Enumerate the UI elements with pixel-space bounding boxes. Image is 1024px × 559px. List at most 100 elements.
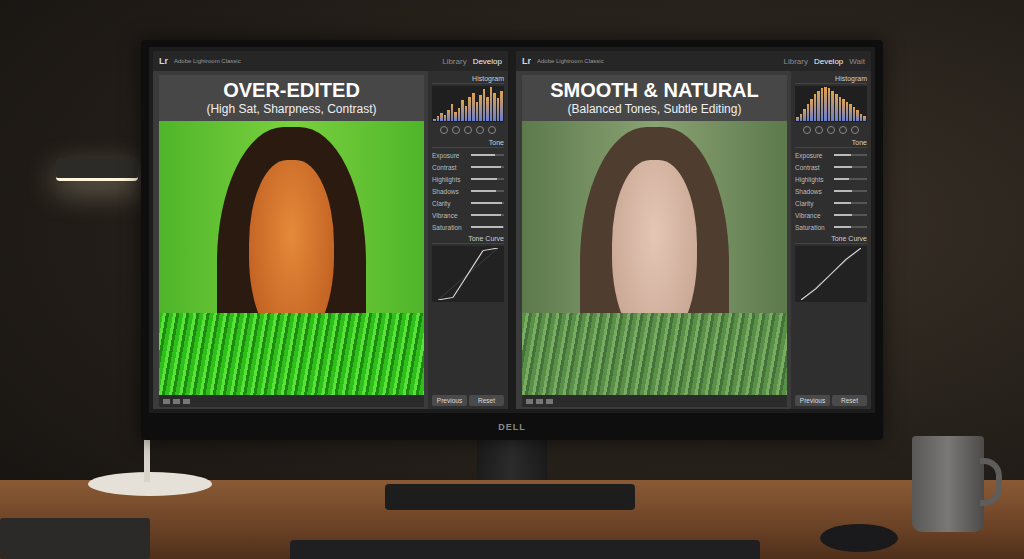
keyboard[interactable] <box>290 540 760 559</box>
histogram-bar <box>451 104 454 121</box>
histogram-bar <box>444 115 447 121</box>
slider[interactable]: Saturation <box>795 222 867 232</box>
tool-icon[interactable] <box>488 126 496 134</box>
histogram-bar <box>465 106 468 121</box>
slider[interactable]: Exposure <box>795 150 867 160</box>
desk <box>0 480 1024 559</box>
histogram-bar <box>461 100 464 121</box>
tool-icon[interactable] <box>464 126 472 134</box>
histogram-bar <box>458 108 461 121</box>
section-header[interactable]: Tone <box>795 138 867 148</box>
mug <box>912 436 984 532</box>
histogram-bar <box>810 99 813 121</box>
side-panel: Histogram Tone Exposure Contrast Highlights S… <box>791 71 871 409</box>
tool-strip <box>795 124 867 136</box>
tool-icon[interactable] <box>827 126 835 134</box>
histogram <box>795 86 867 122</box>
slider[interactable]: Shadows <box>795 186 867 196</box>
section-header[interactable]: Tone Curve <box>795 234 867 244</box>
histogram-bar <box>447 110 450 121</box>
app-name: Adobe Lightroom Classic <box>537 58 604 64</box>
section-header[interactable]: Tone Curve <box>432 234 504 244</box>
tool-icon[interactable] <box>815 126 823 134</box>
panel-button[interactable]: Reset <box>469 395 504 406</box>
tone-curve[interactable] <box>795 246 867 302</box>
main-view: SMOOTH & NATURAL(Balanced Tones, Subtle … <box>516 71 791 409</box>
histogram-bar <box>856 110 859 121</box>
histogram-bar <box>500 91 503 121</box>
tool-icon[interactable] <box>452 126 460 134</box>
histogram-bar <box>835 94 838 121</box>
histogram-bar <box>817 91 820 121</box>
lightroom-logo: Lr <box>522 56 531 66</box>
histogram-bar <box>490 87 493 121</box>
slider[interactable]: Shadows <box>432 186 504 196</box>
tool-icon[interactable] <box>803 126 811 134</box>
slider[interactable]: Contrast <box>795 162 867 172</box>
slider[interactable]: Clarity <box>432 198 504 208</box>
histogram-bar <box>483 89 486 121</box>
lamp-base <box>88 472 212 496</box>
panel-button[interactable]: Previous <box>795 395 830 406</box>
histogram-header: Histogram <box>432 74 504 84</box>
monitor-stand <box>477 440 547 480</box>
lightroom-window: Lr Adobe Lightroom Classic Library Develop W… <box>516 51 871 409</box>
room: LrAdobe Lightroom ClassicLibraryDevelopO… <box>0 0 1024 480</box>
notebook <box>0 518 150 559</box>
histogram-bar <box>831 91 834 121</box>
histogram-bar <box>842 99 845 121</box>
slider[interactable]: Clarity <box>795 198 867 208</box>
module-tab[interactable]: Library <box>783 57 807 66</box>
monitor-base <box>385 484 635 510</box>
module-tab[interactable]: Wait <box>849 57 865 66</box>
tool-icon[interactable] <box>476 126 484 134</box>
slider[interactable]: Highlights <box>432 174 504 184</box>
histogram-bar <box>807 104 810 121</box>
monitor: LrAdobe Lightroom ClassicLibraryDevelopO… <box>141 40 883 440</box>
slider[interactable]: Saturation <box>432 222 504 232</box>
slider[interactable]: Vibrance <box>795 210 867 220</box>
histogram-bar <box>433 119 436 121</box>
slider[interactable]: Highlights <box>795 174 867 184</box>
slider[interactable]: Exposure <box>432 150 504 160</box>
histogram-header: Histogram <box>795 74 867 84</box>
histogram-bar <box>800 114 803 121</box>
module-tab[interactable]: Library <box>442 57 466 66</box>
histogram-bar <box>821 88 824 121</box>
histogram-bar <box>454 112 457 121</box>
section-header[interactable]: Tone <box>432 138 504 148</box>
panel-button[interactable]: Reset <box>832 395 867 406</box>
histogram-bar <box>476 102 479 121</box>
monitor-chin: DELL <box>149 413 875 440</box>
tool-icon[interactable] <box>440 126 448 134</box>
toolbar <box>522 395 787 407</box>
tool-icon[interactable] <box>851 126 859 134</box>
histogram-bar <box>863 116 866 121</box>
module-tab[interactable]: Develop <box>473 57 502 66</box>
histogram-bar <box>860 114 863 121</box>
histogram <box>432 86 504 122</box>
histogram-bar <box>814 94 817 121</box>
histogram-bar <box>839 97 842 121</box>
module-tab[interactable]: Develop <box>814 57 843 66</box>
tool-icon[interactable] <box>839 126 847 134</box>
histogram-bar <box>796 117 799 121</box>
tool-strip <box>432 124 504 136</box>
histogram-bar <box>846 102 849 121</box>
histogram-bar <box>493 93 496 121</box>
brand-logo: DELL <box>498 422 526 432</box>
lightroom-logo: Lr <box>159 56 168 66</box>
desk-scene: LrAdobe Lightroom ClassicLibraryDevelopO… <box>0 0 1024 559</box>
panel-button[interactable]: Previous <box>432 395 467 406</box>
slider[interactable]: Contrast <box>432 162 504 172</box>
toolbar <box>159 395 424 407</box>
portrait-photo <box>159 121 424 395</box>
histogram-bar <box>824 87 827 121</box>
screen: LrAdobe Lightroom ClassicLibraryDevelopO… <box>149 47 875 413</box>
histogram-bar <box>440 113 443 122</box>
tone-curve[interactable] <box>432 246 504 302</box>
histogram-bar <box>437 116 440 121</box>
slider[interactable]: Vibrance <box>432 210 504 220</box>
mouse[interactable] <box>820 524 898 552</box>
top-bar: LrAdobe Lightroom ClassicLibraryDevelop <box>153 51 508 71</box>
